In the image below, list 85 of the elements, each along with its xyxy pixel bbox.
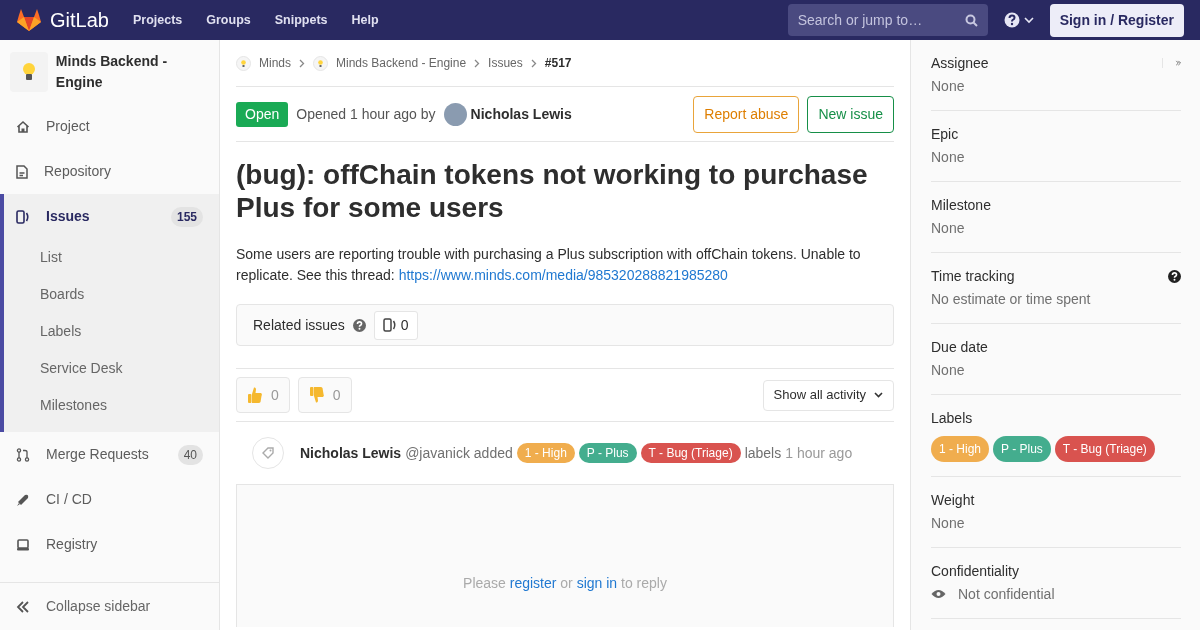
breadcrumb-link[interactable]: Minds Backend - Engine: [336, 54, 467, 72]
sidebar-item[interactable]: Project: [0, 104, 219, 149]
help-icon: [1003, 12, 1020, 28]
sidebar-subitem[interactable]: Milestones: [4, 387, 219, 424]
sidebar-subitem[interactable]: Boards: [4, 276, 219, 313]
chevron-icon: [299, 58, 305, 68]
sidebar-block-value: None: [931, 514, 966, 533]
issue-description: Some users are reporting trouble with purchasing a Plus subscription with offChain tokens. Unable to replicate. See this thread: https://www.minds.com/media/985320288821985280: [236, 245, 862, 285]
activity-filter-dropdown[interactable]: Show all activity: [762, 379, 894, 411]
sidebar-subitem[interactable]: Labels: [4, 313, 219, 350]
merge-request-icon: [16, 447, 30, 462]
eye-icon: [931, 589, 946, 599]
nav-link[interactable]: Groups: [206, 10, 251, 30]
collapse-sidebar-link[interactable]: Collapse sidebar: [0, 582, 219, 630]
sidebar-block-title: Assignee: [931, 54, 989, 73]
sidebar-block-value: None: [931, 361, 966, 380]
monitor-icon: [16, 537, 30, 552]
sidebar-block-title: Time tracking: [931, 267, 1015, 286]
lightbulb-icon: [313, 55, 328, 71]
sidebar-item[interactable]: Registry: [0, 522, 219, 567]
chevron-icon: [530, 58, 537, 68]
sidebar-subitem[interactable]: List: [4, 239, 219, 276]
author-link[interactable]: Nicholas Lewis: [300, 442, 402, 464]
breadcrumb-link[interactable]: Minds: [259, 54, 291, 72]
opened-text: Opened 1 hour ago by: [296, 104, 436, 124]
breadcrumb-link[interactable]: Issues: [488, 54, 523, 72]
project-name[interactable]: Minds Backend - Engine: [55, 51, 209, 93]
sidebar-item[interactable]: Issues 155: [4, 194, 219, 239]
help-icon[interactable]: [1168, 269, 1181, 283]
label-tag[interactable]: T - Bug (Triage): [1054, 436, 1155, 462]
note-text: labels: [744, 443, 782, 463]
nav-link[interactable]: Snippets: [274, 10, 328, 30]
project-logo[interactable]: [10, 52, 48, 92]
status-badge: Open: [236, 101, 289, 127]
thumbs-down-icon: [308, 386, 325, 404]
sidebar-block-value: None: [931, 219, 966, 238]
nav-link[interactable]: Help: [351, 10, 379, 30]
note-time: 1 hour ago: [785, 443, 853, 463]
sidebar-block-title: Labels: [931, 409, 973, 428]
caret-icon: [874, 392, 883, 398]
issue-title: (bug): offChain tokens not working to purchase Plus for some users: [236, 158, 869, 224]
reply-prompt: Please register or sign in to reply: [463, 574, 667, 593]
nav-link[interactable]: Projects: [132, 10, 183, 30]
item-count: 155: [170, 206, 203, 227]
sidebar-block-title: Confidentiality: [931, 562, 1019, 581]
sidebar-block-title: Epic: [931, 125, 959, 144]
sidebar-block-value: None: [931, 148, 966, 167]
search-icon: [964, 14, 978, 27]
sidebar-block-title: Milestone: [931, 196, 991, 215]
sidebar-block-title: Due date: [931, 338, 988, 357]
avatar[interactable]: [443, 102, 467, 126]
sidebar-item[interactable]: Repository: [0, 149, 219, 194]
home-icon: [16, 119, 30, 134]
new-issue-button[interactable]: New issue: [807, 95, 894, 133]
related-issues-count[interactable]: 0: [373, 310, 418, 340]
gitlab-logo-icon[interactable]: [16, 8, 42, 32]
caret-icon: [1023, 16, 1034, 24]
sign-in-link[interactable]: sign in: [576, 575, 618, 591]
issues-icon: [16, 209, 30, 224]
sidebar-item[interactable]: Merge Requests 40: [0, 432, 219, 477]
tag-icon: [252, 437, 284, 469]
label-tag[interactable]: T - Bug (Triage): [640, 443, 741, 463]
document-icon: [16, 164, 28, 179]
related-issues-label: Related issues: [253, 315, 345, 335]
rocket-icon: [16, 492, 30, 507]
sidebar-block-value: Not confidential: [958, 585, 1055, 604]
lightbulb-icon: [236, 55, 251, 71]
item-count: 40: [177, 444, 203, 465]
breadcrumb-link[interactable]: #517: [544, 54, 572, 72]
chevron-icon: [474, 58, 481, 68]
thumbs-up-icon: [247, 386, 263, 404]
sidebar-item[interactable]: CI / CD: [0, 477, 219, 522]
sign-in-button[interactable]: Sign in / Register: [1049, 3, 1184, 37]
sidebar-subitem[interactable]: Service Desk: [4, 350, 219, 387]
issues-icon: [382, 318, 397, 332]
author-name[interactable]: Nicholas Lewis: [470, 103, 572, 125]
sidebar-block-value: None: [931, 77, 966, 96]
thread-link[interactable]: https://www.minds.com/media/985320288821985280: [398, 267, 728, 283]
register-link[interactable]: register: [509, 575, 557, 591]
note-text: @javanick added: [405, 443, 513, 463]
double-chevron-icon: [16, 600, 30, 613]
search-field[interactable]: Search or jump to…: [787, 4, 988, 36]
brand-name[interactable]: GitLab: [50, 5, 109, 35]
sidebar-block-value: No estimate or time spent: [931, 290, 1092, 309]
sidebar-block-title: Weight: [931, 491, 975, 510]
